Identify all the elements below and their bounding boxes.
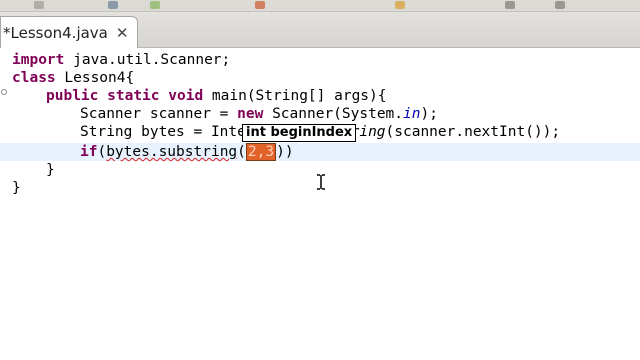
toolbar-icon[interactable] (108, 1, 118, 9)
code-line-1: import java.util.Scanner; (12, 51, 230, 69)
code-text: ( (97, 144, 107, 160)
code-text: (scanner.nextInt()); (385, 124, 561, 140)
keyword-void: void (168, 88, 204, 104)
keyword-static: static (107, 88, 160, 104)
main-toolbar (0, 0, 640, 12)
code-text: java.util.Scanner; (64, 52, 231, 68)
code-line-6: if(bytes.substring(2,3)) (80, 143, 294, 161)
toolbar-icon[interactable] (34, 1, 44, 9)
code-text: ); (420, 106, 438, 122)
keyword-public: public (46, 88, 99, 104)
keyword-class: class (12, 70, 56, 86)
code-line-2: class Lesson4{ (12, 69, 134, 87)
keyword-if: if (80, 144, 98, 160)
editor-tab-bar: *Lesson4.java ✕ (0, 12, 640, 48)
static-field-in: in (403, 106, 421, 122)
code-text: } (46, 162, 55, 178)
code-line-8: } (12, 179, 21, 197)
keyword-import: import (12, 52, 65, 68)
toolbar-icon[interactable] (150, 1, 160, 9)
keyword-new: new (237, 106, 264, 122)
code-line-4: Scanner scanner = new Scanner(System.in)… (80, 105, 438, 123)
fold-marker-icon[interactable] (1, 89, 7, 95)
parameter-hint-tooltip: int beginIndex (242, 124, 357, 142)
linked-parameter-field[interactable]: 2,3 (245, 143, 277, 161)
code-text: )) (276, 144, 294, 160)
error-squiggle-text: bytes.substring (106, 144, 238, 160)
code-text: Scanner(System. (263, 106, 404, 122)
toolbar-icon[interactable] (505, 1, 515, 9)
code-text: main(String[] args){ (203, 88, 387, 104)
code-line-3: public static void main(String[] args){ (46, 87, 387, 105)
code-editor[interactable]: import java.util.Scanner; class Lesson4{… (0, 48, 640, 360)
ibeam-cursor-icon (317, 174, 325, 190)
editor-tab-title: *Lesson4.java (3, 23, 108, 42)
code-text: String bytes = Inte (80, 124, 246, 140)
code-text: Lesson4{ (55, 70, 135, 86)
code-text: ( (237, 144, 246, 160)
code-line-7: } (46, 161, 55, 179)
toolbar-icon[interactable] (555, 1, 565, 9)
toolbar-icon[interactable] (395, 1, 405, 9)
editor-tab-lesson4[interactable]: *Lesson4.java ✕ (0, 16, 138, 48)
code-text: } (12, 180, 21, 196)
close-icon[interactable]: ✕ (116, 24, 129, 42)
toolbar-icon[interactable] (255, 1, 265, 9)
code-text: Scanner scanner = (80, 106, 238, 122)
